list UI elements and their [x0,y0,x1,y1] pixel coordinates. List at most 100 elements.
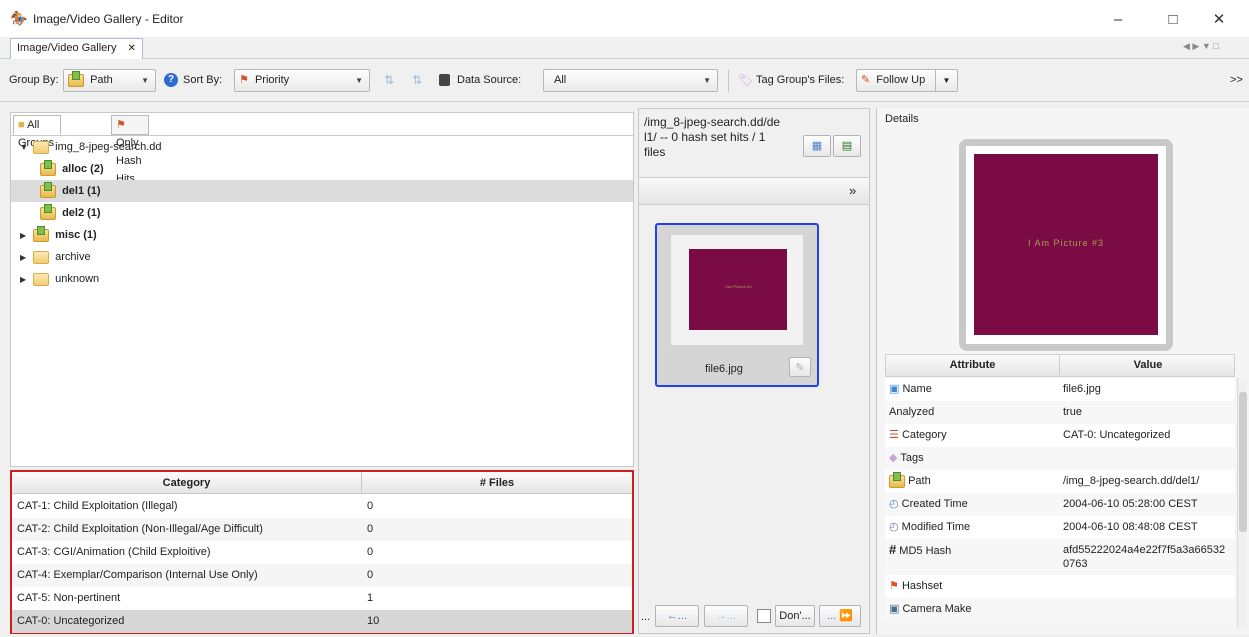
group-by-select[interactable]: Path ▼ [63,69,156,92]
category-count: 1 [367,592,374,604]
attribute-table-header: Attribute Value [885,354,1235,377]
tree-item-misc[interactable]: ▶ misc (1) [11,224,633,246]
attr-row-analyzed[interactable]: Analyzed true [885,401,1235,424]
folder-icon: ■ [18,119,25,131]
folder-icon [33,272,50,286]
group-viewer-panel: /img_8-jpeg-search.dd/de l1/ -- 0 hash s… [638,108,870,634]
clock-icon: ◴ [889,498,899,510]
help-icon[interactable]: ? [164,73,178,87]
maximize-button[interactable]: □ [1150,6,1196,34]
minimize-button[interactable]: – [1095,6,1141,34]
close-button[interactable]: ✕ [1196,6,1242,34]
tag-icon: 🏷 [738,73,754,87]
data-source-select[interactable]: All ▼ [543,69,718,92]
tab-nav-icons[interactable]: ◀ ▶ ▼ □ [1183,41,1219,52]
toolbar-overflow-button[interactable]: >> [1230,74,1243,86]
dont-button[interactable]: Don'... [775,605,815,627]
tab-label: Image/Video Gallery [17,42,117,54]
expanded-triangle-icon[interactable]: ▼ [20,137,30,159]
tree-item-del1[interactable]: del1 (1) [11,180,633,202]
category-name: CAT-3: CGI/Animation (Child Exploitive) [17,546,211,558]
category-row[interactable]: CAT-5: Non-pertinent 1 [12,587,632,610]
skip-button[interactable]: ... ⏩ [819,605,861,627]
tab-all-groups[interactable]: ■ All Groups [13,115,62,149]
tab-close-icon[interactable]: ✕ [128,43,136,54]
column-header-value[interactable]: Value [1060,355,1236,376]
attr-value: file6.jpg [1063,383,1101,395]
tag-follow-up-button[interactable]: ✎ Follow Up ▼ [856,69,958,92]
category-row[interactable]: CAT-3: CGI/Animation (Child Exploitive) … [12,541,632,564]
attr-row-category[interactable]: ☰ Category CAT-0: Uncategorized [885,424,1235,447]
details-title: Details [885,113,919,125]
follow-up-tag-icon[interactable]: ✎ [789,357,811,377]
folder-icon [889,471,905,488]
clock-icon: ◴ [889,521,899,533]
tree-item-label: del1 (1) [62,185,101,197]
column-header-category[interactable]: Category [12,472,362,494]
group-folder-icon [40,181,56,198]
attr-row-hashset[interactable]: ⚑ Hashset [885,575,1235,598]
category-row[interactable]: CAT-4: Exemplar/Comparison (Internal Use… [12,564,632,587]
tree-item-unknown[interactable]: ▶ unknown [11,268,633,290]
category-count: 10 [367,615,380,627]
category-count: 0 [367,569,374,581]
follow-up-tag-icon: ✎ [861,74,871,86]
tree-item-alloc[interactable]: alloc (2) [11,158,633,180]
tile-view-button[interactable]: ▦ [803,135,831,157]
collapsed-triangle-icon[interactable]: ▶ [20,225,30,247]
folder-icon [33,250,50,264]
attr-row-name[interactable]: ▣ Name file6.jpg [885,378,1235,401]
category-row[interactable]: CAT-2: Child Exploitation (Non-Illegal/A… [12,518,632,541]
ellipsis-label: ... [641,611,651,623]
window-title: Image/Video Gallery - Editor [33,12,184,26]
group-folder-icon [33,225,50,242]
attr-row-tags[interactable]: ◆ Tags [885,447,1235,470]
prev-group-button[interactable]: ←... [655,605,699,627]
tree-item-label: misc (1) [55,229,97,241]
divider [728,70,729,92]
scrollbar-thumb[interactable] [1239,392,1247,532]
tree-item-root[interactable]: ▼ img_8-jpeg-search.dd [11,136,633,158]
attr-row-modified-time[interactable]: ◴ Modified Time 2004-06-10 08:48:08 CEST [885,516,1235,539]
tag-group-label: Tag Group's Files: [756,74,845,86]
group-by-label: Group By: [9,74,59,86]
category-count: 0 [367,500,374,512]
dropdown-split[interactable]: ▼ [935,70,957,91]
hash-icon: # [889,542,897,557]
category-table-header: Category # Files [12,472,632,494]
tab-image-video-gallery[interactable]: Image/Video Gallery ✕ [10,38,143,59]
collapsed-triangle-icon[interactable]: ▶ [20,247,30,269]
dont-checkbox[interactable] [757,609,771,623]
tab-only-hash-hits[interactable]: ⚑ Only Hash Hits [111,115,149,185]
collapsed-triangle-icon[interactable]: ▶ [20,269,30,291]
attr-row-created-time[interactable]: ◴ Created Time 2004-06-10 05:28:00 CEST [885,493,1235,516]
title-bar: 🏇 Image/Video Gallery - Editor – □ ✕ [0,0,1249,37]
column-header-files[interactable]: # Files [362,472,632,494]
sort-descending-icon[interactable]: ⇅ [412,73,422,87]
details-scrollbar[interactable] [1237,378,1247,628]
attr-row-path[interactable]: Path /img_8-jpeg-search.dd/del1/ [885,470,1235,493]
folder-icon [68,70,84,87]
sort-by-select[interactable]: ⚑ Priority ▼ [234,69,370,92]
thumbnail-file6[interactable]: I Am Picture #3 file6.jpg ✎ [655,223,819,387]
attr-value: afd55222024a4e22f7f5a3a66532 0763 [1063,544,1226,570]
sort-by-value: Priority [254,74,290,86]
tag-icon: ◆ [889,452,898,464]
overflow-button[interactable]: » [849,183,856,198]
attr-row-md5-hash[interactable]: # MD5 Hash afd55222024a4e22f7f5a3a66532 … [885,539,1235,575]
category-icon: ☰ [889,429,899,441]
column-header-attribute[interactable]: Attribute [886,355,1060,376]
groups-panel: ■ All Groups ⚑ Only Hash Hits ▼ img_8-jp… [10,112,634,467]
slideshow-view-button[interactable]: ▤ [833,135,861,157]
attr-row-camera-make[interactable]: ▣ Camera Make [885,598,1235,621]
category-name: CAT-1: Child Exploitation (Illegal) [17,500,178,512]
tree-item-label: alloc (2) [62,163,104,175]
tree-item-archive[interactable]: ▶ archive [11,246,633,268]
category-row[interactable]: CAT-0: Uncategorized 10 [12,610,632,633]
next-group-button[interactable]: →... [704,605,748,627]
attr-key: Name [902,383,932,395]
group-by-value: Path [90,74,113,86]
tree-item-del2[interactable]: del2 (1) [11,202,633,224]
category-row[interactable]: CAT-1: Child Exploitation (Illegal) 0 [12,495,632,518]
sort-ascending-icon[interactable]: ⇅ [384,73,394,87]
